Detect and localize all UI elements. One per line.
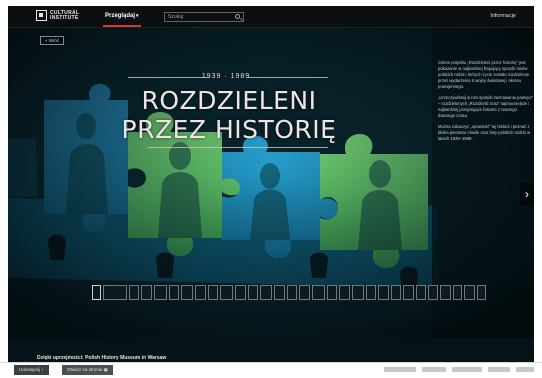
- thumbnail[interactable]: [181, 285, 194, 300]
- open-on-site-tab[interactable]: Otwórz na stronie ▣: [62, 365, 113, 375]
- back-button[interactable]: « Wróć: [40, 36, 65, 45]
- next-slide-button[interactable]: ›: [520, 183, 534, 205]
- thumbnail[interactable]: [287, 285, 297, 300]
- thumbnail[interactable]: [311, 285, 325, 300]
- footer-link[interactable]: [516, 367, 534, 372]
- thumbnail[interactable]: [464, 285, 475, 300]
- thumbnail[interactable]: [103, 285, 128, 300]
- thumbnail[interactable]: [298, 285, 310, 300]
- search-icon[interactable]: [235, 14, 240, 19]
- thumbnail[interactable]: [274, 285, 286, 300]
- logo-text: CULTURAL INSTITUTE: [50, 9, 80, 21]
- thumbnail[interactable]: [416, 285, 426, 300]
- chevron-down-icon: ▾: [136, 13, 139, 19]
- thumbnail[interactable]: [352, 285, 365, 300]
- thumbnail[interactable]: [247, 285, 259, 300]
- footer-link[interactable]: [422, 367, 446, 372]
- thumbnail[interactable]: [234, 285, 246, 300]
- description-paragraph: „Urzeczywistnij w nim sposób zachowania …: [438, 95, 533, 118]
- browse-menu-label: Przeglądaj: [105, 13, 136, 19]
- thumbnail[interactable]: [195, 285, 207, 300]
- image-credit: Dzięki uprzejmości: Polish History Museu…: [37, 355, 167, 361]
- thumbnail[interactable]: [403, 285, 415, 300]
- search-input[interactable]: [168, 14, 236, 20]
- footer-link[interactable]: [452, 367, 482, 372]
- search-box[interactable]: [164, 12, 244, 22]
- top-navigation-bar: CULTURAL INSTITUTE Przeglądaj▾ Informacj…: [8, 6, 534, 28]
- logo-icon: [36, 10, 47, 21]
- footer-links: [384, 367, 534, 372]
- thumbnail[interactable]: [427, 285, 438, 300]
- thumbnail[interactable]: [129, 285, 139, 300]
- hero-title: ROZDZIELENI PRZEZ HISTORIĘ: [121, 86, 337, 144]
- cultural-institute-logo[interactable]: CULTURAL INSTITUTE: [36, 10, 88, 21]
- browse-menu[interactable]: Przeglądaj▾: [103, 13, 141, 27]
- thumbnail[interactable]: [153, 285, 167, 300]
- thumbnail[interactable]: [339, 285, 351, 300]
- thumbnail[interactable]: [377, 285, 389, 300]
- description-paragraph: Celem projektu „Rozdzieleni przez histor…: [438, 60, 530, 89]
- footer-link[interactable]: [384, 367, 416, 372]
- footer-link[interactable]: [488, 367, 510, 372]
- thumbnail[interactable]: [168, 285, 180, 300]
- hero-years: 1939 · 1989: [201, 73, 251, 80]
- info-link[interactable]: Informacje: [490, 13, 516, 19]
- title-rule-bottom: [148, 147, 328, 148]
- thumbnail[interactable]: [390, 285, 402, 300]
- thumbnail[interactable]: [140, 285, 152, 300]
- thumbnail[interactable]: [208, 285, 218, 300]
- thumbnail[interactable]: [92, 285, 102, 300]
- thumbnail[interactable]: [260, 285, 273, 300]
- exhibit-viewer: CULTURAL INSTITUTE Przeglądaj▾ Informacj…: [8, 6, 534, 370]
- chevron-right-icon: ›: [525, 187, 529, 201]
- thumbnail[interactable]: [219, 285, 233, 300]
- description-paragraph: Można zobaczyć „opowieść” tej historii i…: [438, 124, 531, 141]
- thumbnail[interactable]: [326, 285, 338, 300]
- bottom-bar: Udostępnij ↑ Otwórz na stronie ▣: [0, 362, 542, 378]
- thumbnail[interactable]: [366, 285, 376, 300]
- share-tab[interactable]: Udostępnij ↑: [14, 365, 49, 375]
- thumbnail-strip: [92, 284, 486, 301]
- thumbnail[interactable]: [439, 285, 452, 300]
- thumbnail[interactable]: [453, 285, 463, 300]
- exhibit-description: Celem projektu „Rozdzieleni przez histor…: [438, 60, 534, 147]
- thumbnail[interactable]: [476, 285, 486, 300]
